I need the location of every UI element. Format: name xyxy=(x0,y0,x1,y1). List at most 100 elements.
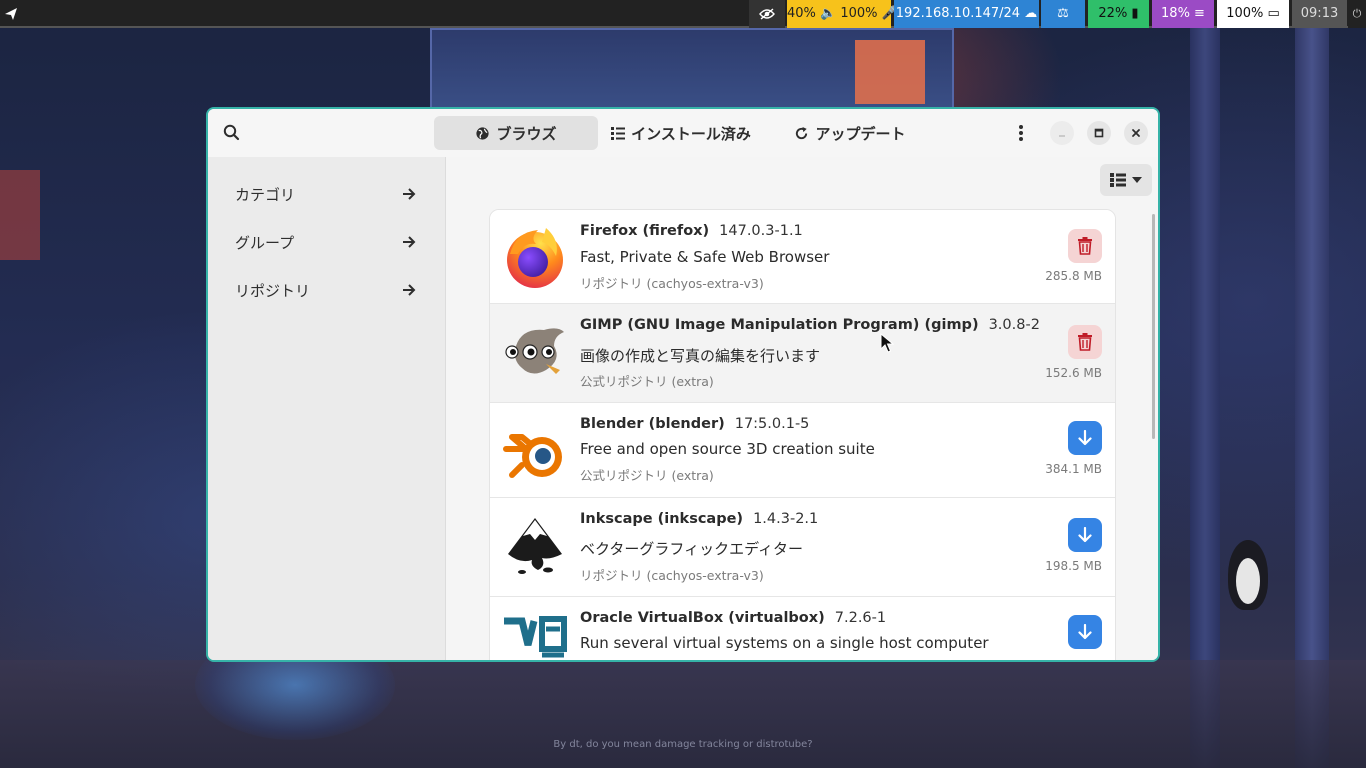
install-button[interactable] xyxy=(1068,518,1102,552)
install-button[interactable] xyxy=(1068,421,1102,455)
view-mode-dropdown[interactable] xyxy=(1100,164,1152,196)
package-name: Oracle VirtualBox (virtualbox) xyxy=(580,610,825,626)
audio-indicator[interactable]: 40% 🔈 100% 🎤 xyxy=(787,0,898,28)
tab-installed-label: インストール済み xyxy=(631,124,751,143)
refresh-icon xyxy=(796,126,808,139)
download-arrow-icon xyxy=(1078,624,1092,640)
package-version: 147.0.3-1.1 xyxy=(719,223,803,239)
package-description: Fast, Private & Safe Web Browser xyxy=(580,248,830,266)
brightness-indicator[interactable]: 100% ▭ xyxy=(1217,0,1289,28)
privacy-eye-icon[interactable] xyxy=(749,0,785,28)
package-description: Free and open source 3D creation suite xyxy=(580,440,875,458)
tab-updates-label: アップデート xyxy=(815,124,906,143)
battery-indicator[interactable]: 22% ▮ xyxy=(1088,0,1149,28)
wallpaper-pole xyxy=(1190,28,1220,768)
package-list: Firefox (firefox) 147.0.3-1.1 Fast, Priva… xyxy=(489,209,1116,660)
sidebar: カテゴリ グループ リポジトリ xyxy=(208,157,446,660)
virtualbox-icon xyxy=(504,616,567,658)
package-name: Inkscape (inkscape) xyxy=(580,511,744,527)
minimize-button[interactable] xyxy=(1050,121,1074,145)
maximize-button[interactable] xyxy=(1087,121,1111,145)
download-arrow-icon xyxy=(1078,527,1092,543)
package-size: 285.8 MB xyxy=(1045,269,1102,283)
trash-icon xyxy=(1078,237,1092,255)
package-repository: 公式リポジトリ (extra) xyxy=(580,374,714,389)
package-name: GIMP (GNU Image Manipulation Program) (g… xyxy=(580,317,979,333)
power-icon[interactable]: ⏻ xyxy=(1348,0,1366,28)
wallpaper-penguin-belly xyxy=(1236,558,1260,604)
scrollbar[interactable] xyxy=(1152,214,1155,439)
blender-icon xyxy=(503,434,562,478)
sidebar-item-repositories[interactable]: リポジトリ xyxy=(208,268,445,312)
sidebar-item-label: リポジトリ xyxy=(235,281,311,300)
kebab-menu-icon xyxy=(1019,125,1023,141)
clock[interactable]: 09:13 xyxy=(1292,0,1347,28)
main-menu-button[interactable] xyxy=(1009,121,1033,145)
package-version: 17:5.0.1-5 xyxy=(734,416,810,432)
network-indicator[interactable]: 192.168.10.147/24 ☁ xyxy=(894,0,1039,28)
package-version: 7.2.6-1 xyxy=(834,610,887,626)
remove-button[interactable] xyxy=(1068,325,1102,359)
firefox-icon xyxy=(507,228,563,288)
wallpaper-red-panel xyxy=(0,170,40,260)
wallpaper-caption: By dt, do you mean damage tracking or di… xyxy=(553,739,813,750)
package-title: GIMP (GNU Image Manipulation Program) (g… xyxy=(580,317,1040,333)
package-title: Oracle VirtualBox (virtualbox) 7.2.6-1 xyxy=(580,610,886,626)
browse-content: Firefox (firefox) 147.0.3-1.1 Fast, Priva… xyxy=(446,157,1158,660)
tab-browse[interactable]: ブラウズ xyxy=(434,116,598,150)
power-profile-icon[interactable]: ⚖ xyxy=(1041,0,1085,28)
package-title: Firefox (firefox) 147.0.3-1.1 xyxy=(580,223,803,239)
package-row-gimp[interactable]: GIMP (GNU Image Manipulation Program) (g… xyxy=(490,304,1115,403)
arrow-right-icon xyxy=(403,284,416,296)
package-row-firefox[interactable]: Firefox (firefox) 147.0.3-1.1 Fast, Priva… xyxy=(490,210,1115,304)
list-view-icon xyxy=(1110,173,1126,187)
close-button[interactable] xyxy=(1124,121,1148,145)
launcher-icon[interactable] xyxy=(4,7,18,21)
maximize-icon xyxy=(1094,128,1104,138)
search-icon xyxy=(223,124,240,141)
package-title: Blender (blender) 17:5.0.1-5 xyxy=(580,416,809,432)
package-size: 152.6 MB xyxy=(1045,366,1102,380)
globe-icon xyxy=(476,126,490,140)
arrow-right-icon xyxy=(403,236,416,248)
sidebar-item-label: カテゴリ xyxy=(235,185,296,204)
top-bar: 40% 🔈 100% 🎤 192.168.10.147/24 ☁ ⚖ 22% ▮… xyxy=(0,0,1366,28)
chevron-down-icon xyxy=(1132,177,1142,183)
mouse-cursor-icon xyxy=(880,333,894,353)
package-row-blender[interactable]: Blender (blender) 17:5.0.1-5 Free and ope… xyxy=(490,403,1115,498)
sidebar-item-label: グループ xyxy=(235,233,295,252)
gimp-icon xyxy=(505,328,564,374)
package-repository: 公式リポジトリ (extra) xyxy=(580,468,714,483)
package-title: Inkscape (inkscape) 1.4.3-2.1 xyxy=(580,511,818,527)
sidebar-item-categories[interactable]: カテゴリ xyxy=(208,172,445,216)
sidebar-item-groups[interactable]: グループ xyxy=(208,220,445,264)
download-arrow-icon xyxy=(1078,430,1092,446)
minimize-icon xyxy=(1059,135,1065,137)
wallpaper-orange-panel xyxy=(855,40,925,104)
package-row-inkscape[interactable]: Inkscape (inkscape) 1.4.3-2.1 ベクターグラフィックエ… xyxy=(490,498,1115,597)
tab-installed[interactable]: インストール済み xyxy=(604,116,758,150)
install-button[interactable] xyxy=(1068,615,1102,649)
close-icon xyxy=(1132,129,1140,137)
package-description: 画像の作成と写真の編集を行います xyxy=(580,347,821,365)
package-description: ベクターグラフィックエディター xyxy=(580,540,804,558)
package-repository: リポジトリ (cachyos-extra-v3) xyxy=(580,568,764,583)
inkscape-icon xyxy=(508,518,562,574)
package-version: 3.0.8-2 xyxy=(988,317,1040,333)
tab-browse-label: ブラウズ xyxy=(496,124,557,143)
package-description: Run several virtual systems on a single … xyxy=(580,634,989,652)
cpu-indicator[interactable]: 18% ≡ xyxy=(1152,0,1214,28)
list-icon xyxy=(611,127,626,140)
trash-icon xyxy=(1078,333,1092,351)
wallpaper-pole xyxy=(1295,28,1329,768)
software-center-window: ブラウズ インストール済み アップデート カテゴリ グループ リポジトリ Fir… xyxy=(206,107,1160,662)
package-row-virtualbox[interactable]: Oracle VirtualBox (virtualbox) 7.2.6-1 Ru… xyxy=(490,597,1115,660)
package-name: Blender (blender) xyxy=(580,416,725,432)
package-size: 198.5 MB xyxy=(1045,559,1102,573)
tab-updates[interactable]: アップデート xyxy=(780,116,920,150)
search-button[interactable] xyxy=(220,121,244,145)
package-size: 384.1 MB xyxy=(1045,462,1102,476)
header-bar: ブラウズ インストール済み アップデート xyxy=(208,109,1158,157)
remove-button[interactable] xyxy=(1068,229,1102,263)
package-repository: リポジトリ (cachyos-extra-v3) xyxy=(580,276,764,291)
